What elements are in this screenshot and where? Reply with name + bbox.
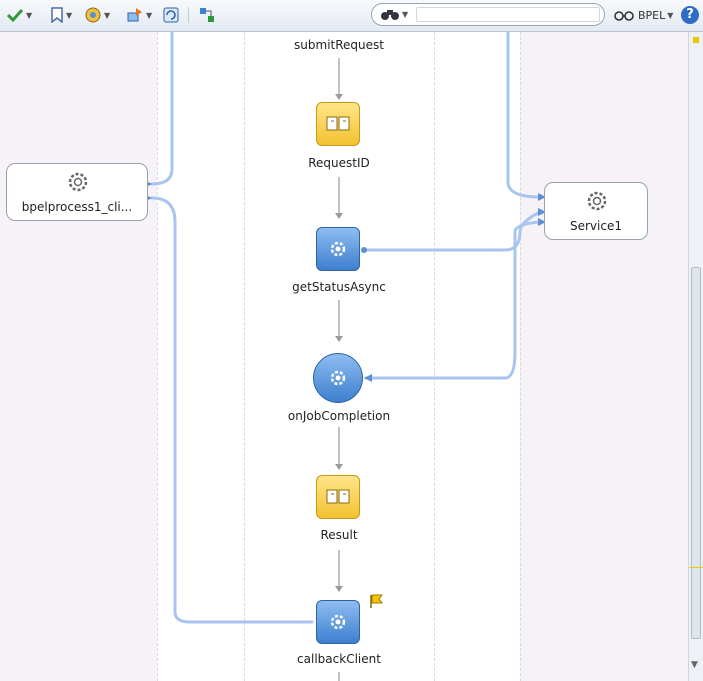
flow-arrow-1 xyxy=(335,94,343,100)
activity-label-requestid: RequestID xyxy=(308,156,370,170)
search-box: ▼ xyxy=(371,3,605,26)
vertical-scrollbar[interactable]: ▼ xyxy=(688,32,703,681)
scrollbar-thumb[interactable] xyxy=(691,267,701,639)
layout-button[interactable] xyxy=(198,5,216,25)
receive-link-onjob xyxy=(364,220,542,380)
warning-marker[interactable] xyxy=(693,37,699,43)
partner-link-label: bpelprocess1_cli... xyxy=(21,200,133,214)
flow-arrow-2 xyxy=(335,213,343,219)
bookmark-button[interactable]: ▼ xyxy=(50,5,72,25)
search-input[interactable] xyxy=(416,7,600,22)
binoculars-icon xyxy=(381,10,399,20)
validate-icon xyxy=(6,8,24,23)
layout-icon xyxy=(200,8,214,22)
settings-icon xyxy=(85,7,101,23)
activity-callbackclient[interactable] xyxy=(316,600,360,644)
marker-line xyxy=(689,567,703,568)
activity-label-submitrequest[interactable]: submitRequest xyxy=(294,38,384,52)
deploy-button[interactable]: ▼ xyxy=(126,5,152,25)
activity-requestid[interactable] xyxy=(316,102,360,146)
connector-dot-getstatus xyxy=(361,247,367,253)
partner-link-left-top xyxy=(150,32,174,186)
activity-result[interactable] xyxy=(316,475,360,519)
partner-link-right-top xyxy=(506,32,542,199)
search-options-button[interactable]: ▼ xyxy=(380,7,408,21)
activity-label-callbackclient: callbackClient xyxy=(297,652,381,666)
settings-button[interactable]: ▼ xyxy=(84,5,110,25)
assign-icon xyxy=(326,116,350,131)
deploy-icon xyxy=(127,8,142,22)
toolbar: ▼ ▼ ▼ ▼ ▼ BPEL ▼ ? xyxy=(0,0,703,32)
bpel-canvas[interactable]: submitRequest RequestID getStatusAsync o… xyxy=(0,32,688,681)
gear-icon xyxy=(330,370,346,386)
mode-selector[interactable]: BPEL ▼ xyxy=(614,5,673,25)
mode-label: BPEL xyxy=(638,8,666,22)
bookmark-icon xyxy=(51,7,63,23)
flow-arrow-5 xyxy=(335,586,343,592)
partner-link-service1[interactable]: Service1 xyxy=(544,182,648,240)
gear-icon xyxy=(68,172,88,192)
help-icon: ? xyxy=(681,6,699,24)
activity-label-result: Result xyxy=(320,528,358,542)
toolbar-separator xyxy=(188,7,189,23)
gear-icon xyxy=(330,614,346,630)
refresh-icon xyxy=(163,7,179,23)
activity-label-onjobcompletion: onJobCompletion xyxy=(287,409,391,423)
gear-icon xyxy=(587,191,607,211)
flow-arrow-4 xyxy=(335,464,343,470)
flag-icon xyxy=(370,594,383,608)
activity-onjobcompletion[interactable] xyxy=(313,353,363,403)
validate-button[interactable]: ▼ xyxy=(6,5,32,25)
flow-arrow-3 xyxy=(335,336,343,342)
partner-link-label: Service1 xyxy=(570,219,622,233)
partner-link-bpelprocess1-client[interactable]: bpelprocess1_cli... xyxy=(6,163,148,221)
arrow-onjob xyxy=(364,374,372,382)
activity-label-getstatusasync: getStatusAsync xyxy=(292,280,386,294)
activity-getstatusasync[interactable] xyxy=(316,227,360,271)
refresh-button[interactable] xyxy=(162,5,180,25)
help-button[interactable]: ? xyxy=(681,5,699,25)
gear-icon xyxy=(330,241,346,257)
assign-icon xyxy=(326,489,350,504)
glasses-icon xyxy=(614,11,634,21)
scroll-down-icon[interactable]: ▼ xyxy=(691,660,698,670)
